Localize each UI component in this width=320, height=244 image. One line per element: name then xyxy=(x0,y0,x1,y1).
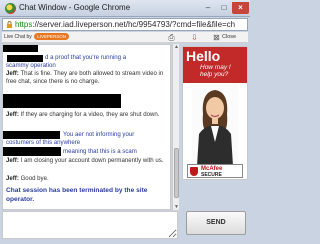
chat-toolbar: Live Chat by LIVEPERSON ⎙ ⇩ ⊠ Close xyxy=(2,32,248,43)
mcafee-secure-label: SECURE xyxy=(201,172,222,178)
operator-text: I am closing your account down permanent… xyxy=(18,157,164,164)
redaction-box xyxy=(3,94,121,108)
mcafee-shield-icon xyxy=(190,167,198,176)
window-titlebar: Chat Window - Google Chrome – □ × xyxy=(0,0,250,17)
agent-photo xyxy=(192,84,238,166)
operator-name: Jeff: xyxy=(6,157,19,164)
scroll-down-icon[interactable]: ▼ xyxy=(174,204,179,210)
operator-name: Jeff: xyxy=(6,70,19,77)
ad-subtitle: How may I help you? xyxy=(200,64,231,78)
redaction-box xyxy=(3,45,38,52)
redaction-box xyxy=(7,55,43,62)
operator-text: If they are charging for a video, they a… xyxy=(18,111,160,118)
redaction-box xyxy=(3,131,60,139)
chat-scrollbar[interactable]: ▲ ▼ xyxy=(172,44,179,210)
print-icon[interactable]: ⎙ xyxy=(165,32,178,43)
close-window-button[interactable]: × xyxy=(232,2,249,14)
operator-message: Jeff: That is fine. They are both allowe… xyxy=(6,70,167,86)
system-message: Chat session has been terminated by the … xyxy=(6,187,148,203)
visitor-message: scammy operation xyxy=(6,62,56,69)
chat-transcript[interactable]: d a proof that you're running a scammy o… xyxy=(2,44,171,210)
close-chat-label[interactable]: Close xyxy=(222,33,236,42)
mcafee-secure-badge[interactable]: McAfee SECURE xyxy=(187,164,243,178)
url-text: https://server.iad.liveperson.net/hc/995… xyxy=(15,20,235,29)
save-icon[interactable]: ⇩ xyxy=(188,32,201,43)
operator-text: That is fine. They are both allowed to s… xyxy=(6,70,164,85)
url-scheme: https xyxy=(15,20,33,29)
visitor-message: meaning that this is a scam xyxy=(63,148,137,155)
operator-name: Jeff: xyxy=(6,175,19,182)
live-chat-label: Live Chat by xyxy=(4,34,32,40)
chrome-icon xyxy=(5,3,16,14)
address-bar[interactable]: https://server.iad.liveperson.net/hc/995… xyxy=(2,18,248,31)
operator-message: Jeff: If they are charging for a video, … xyxy=(6,111,167,119)
maximize-button[interactable]: □ xyxy=(216,2,232,14)
operator-text: Good bye. xyxy=(18,175,49,182)
visitor-message: costumers of this anywhere xyxy=(6,139,81,146)
scroll-up-icon[interactable]: ▲ xyxy=(174,44,179,50)
send-button[interactable]: SEND xyxy=(186,211,246,235)
lock-icon xyxy=(6,21,13,28)
visitor-message: You aer not informing your xyxy=(63,131,135,138)
operator-message: Jeff: I am closing your account down per… xyxy=(6,157,167,165)
url-rest: ://server.iad.liveperson.net/hc/9954793/… xyxy=(32,20,236,29)
operator-message: Jeff: Good bye. xyxy=(6,175,167,183)
message-input[interactable] xyxy=(2,211,178,239)
redaction-box xyxy=(3,147,61,156)
scroll-thumb[interactable] xyxy=(174,148,179,198)
ad-header: Hello How may I help you? xyxy=(183,47,247,83)
live-chat-badge[interactable]: Live Chat by LIVEPERSON xyxy=(4,33,69,42)
visitor-message: d a proof that you're running a xyxy=(45,54,127,61)
ad-hello: Hello xyxy=(186,48,221,64)
liveperson-logo: LIVEPERSON xyxy=(34,33,69,40)
agent-ad-panel: Hello How may I help you? McAfee SECURE xyxy=(182,46,248,180)
window-title: Chat Window - Google Chrome xyxy=(19,3,131,12)
minimize-button[interactable]: – xyxy=(200,2,216,14)
operator-name: Jeff: xyxy=(6,111,19,118)
